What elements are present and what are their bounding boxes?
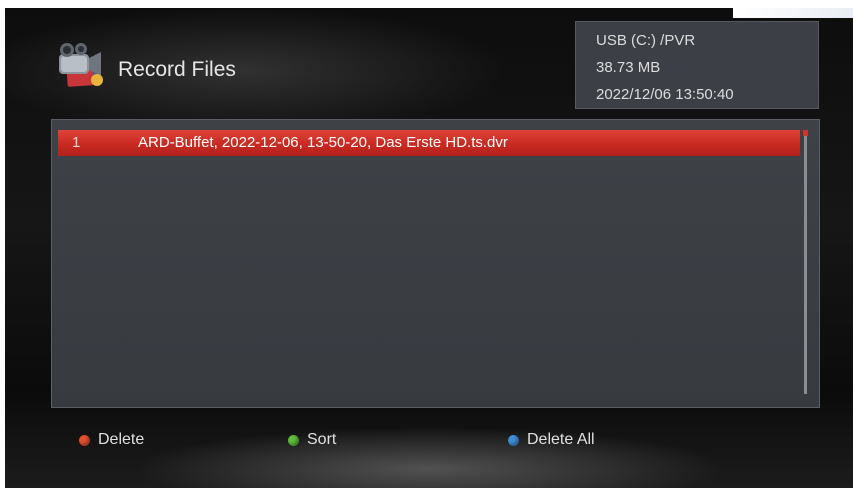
- delete-button[interactable]: Delete: [79, 430, 144, 450]
- delete-all-label: Delete All: [527, 431, 595, 448]
- red-key-icon: [79, 434, 90, 446]
- file-name: ARD-Buffet, 2022-12-06, 13-50-20, Das Er…: [138, 134, 508, 151]
- storage-size: 38.73 MB: [596, 59, 661, 76]
- screen-corner: [733, 8, 853, 18]
- blue-key-icon: [508, 434, 519, 446]
- tv-screen: Record Files USB (C:) /PVR 38.73 MB 2022…: [5, 8, 853, 488]
- file-index: 1: [72, 134, 81, 151]
- sort-label: Sort: [307, 431, 337, 448]
- green-key-icon: [288, 434, 299, 446]
- delete-all-button[interactable]: Delete All: [508, 430, 595, 450]
- color-key-bar: Delete Sort Delete All: [5, 418, 853, 458]
- file-row-selected[interactable]: 1 ARD-Buffet, 2022-12-06, 13-50-20, Das …: [58, 130, 800, 156]
- page-title: Record Files: [118, 58, 236, 81]
- sort-button[interactable]: Sort: [288, 430, 336, 450]
- delete-label: Delete: [98, 431, 145, 448]
- storage-info-panel: USB (C:) /PVR 38.73 MB 2022/12/06 13:50:…: [575, 21, 819, 109]
- video-camera-icon: [53, 40, 109, 92]
- record-file-list: 1 ARD-Buffet, 2022-12-06, 13-50-20, Das …: [51, 119, 820, 408]
- scrollbar-thumb[interactable]: [803, 130, 808, 136]
- scrollbar[interactable]: [804, 132, 807, 394]
- current-datetime: 2022/12/06 13:50:40: [596, 86, 734, 103]
- device-path: USB (C:) /PVR: [596, 32, 696, 49]
